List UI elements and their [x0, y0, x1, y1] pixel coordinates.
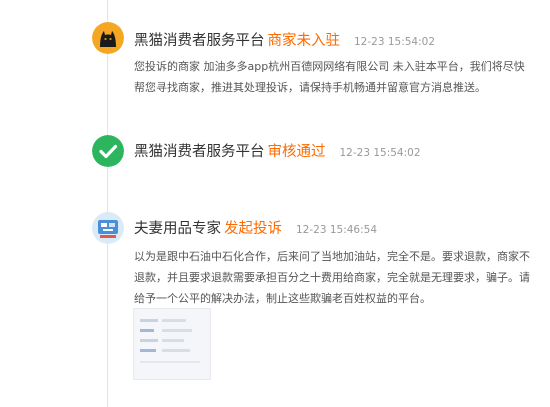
timestamp: 12-23 15:54:02 — [354, 36, 436, 48]
author-name: 夫妻用品专家 — [134, 221, 221, 237]
check-icon — [92, 135, 124, 167]
entry-header: 夫妻用品专家 发起投诉 12-23 15:46:54 — [134, 218, 377, 240]
entry-header: 黑猫消费者服务平台 商家未入驻 12-23 15:54:02 — [134, 30, 435, 52]
status-label: 发起投诉 — [224, 221, 282, 237]
entry-header: 黑猫消费者服务平台 审核通过 12-23 15:54:02 — [134, 141, 421, 163]
status-label: 商家未入驻 — [267, 33, 341, 49]
author-name: 黑猫消费者服务平台 — [134, 144, 265, 160]
author-name: 黑猫消费者服务平台 — [134, 33, 265, 49]
status-label: 审核通过 — [267, 144, 326, 160]
attachment-thumbnail[interactable] — [133, 308, 211, 380]
timeline-line — [107, 0, 108, 407]
complaint-timeline: 黑猫消费者服务平台 商家未入驻 12-23 15:54:02 您投诉的商家 加油多多… — [0, 0, 550, 407]
user-avatar[interactable] — [92, 212, 124, 244]
timestamp: 12-23 15:54:02 — [339, 147, 421, 159]
entry-message: 您投诉的商家 加油多多app杭州百德网网络有限公司 未入驻本平台，我们将尽快帮您… — [134, 60, 525, 94]
entry-message: 以为是跟中石油中石化合作，后来问了当地加油站，完全不是。要求退款，商家不退款，并… — [134, 250, 530, 305]
black-cat-icon — [92, 22, 124, 54]
timestamp: 12-23 15:46:54 — [296, 224, 378, 236]
